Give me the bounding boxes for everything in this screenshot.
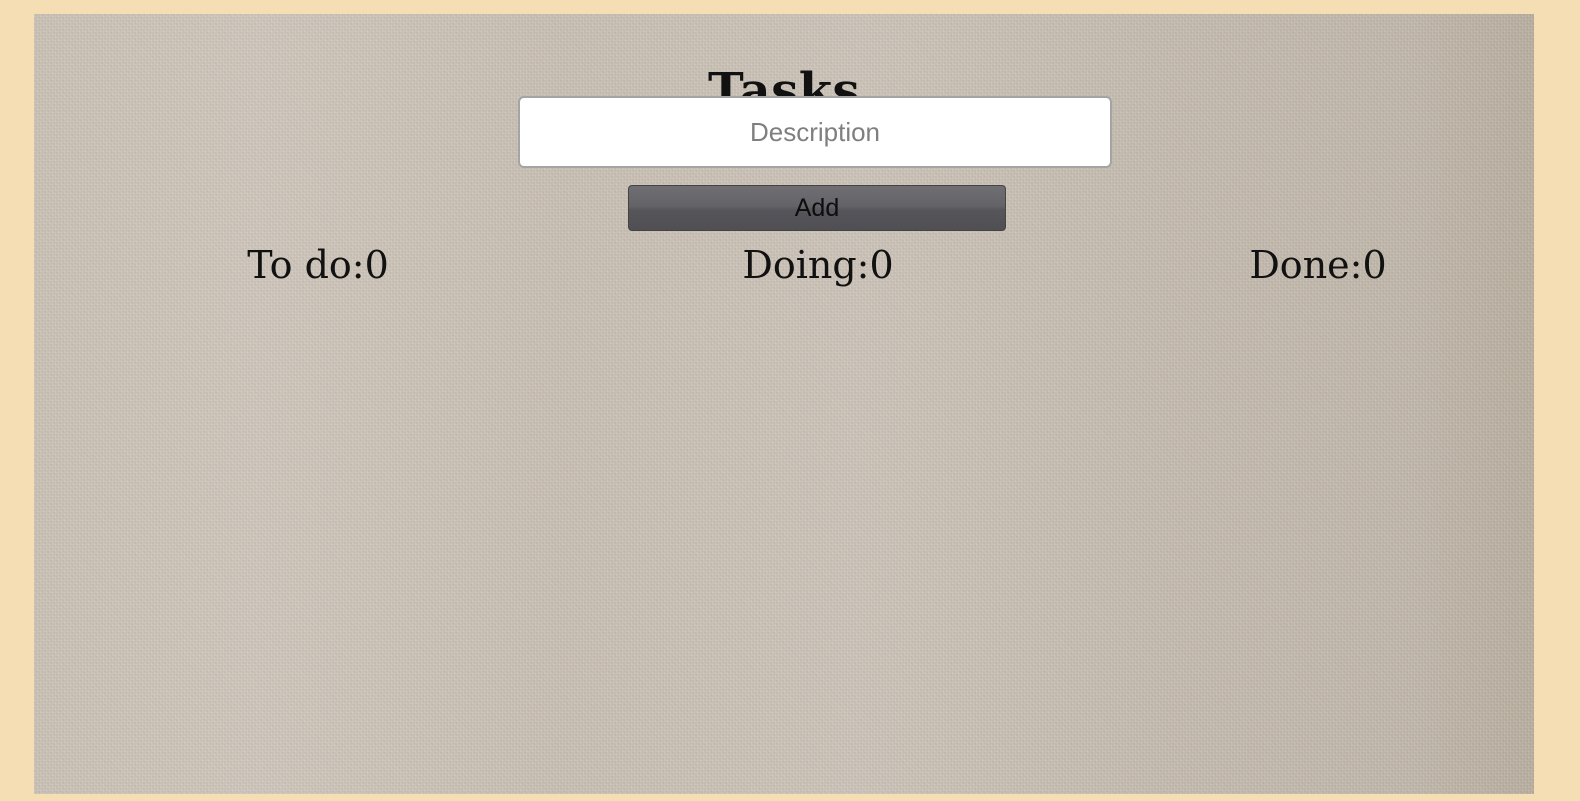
task-board: Tasks Add To do:0 Doing:0 Done:0 xyxy=(34,14,1534,794)
add-button[interactable]: Add xyxy=(628,185,1006,231)
description-input[interactable] xyxy=(518,96,1112,168)
column-heading-todo: To do:0 xyxy=(247,243,389,287)
column-heading-doing: Doing:0 xyxy=(742,243,894,287)
column-heading-done: Done:0 xyxy=(1249,243,1387,287)
